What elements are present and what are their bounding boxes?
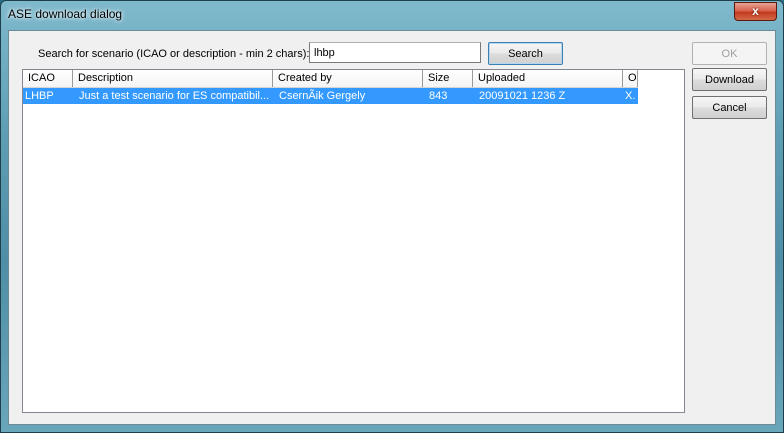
cancel-button[interactable]: Cancel (692, 96, 767, 119)
close-button[interactable]: x (734, 2, 777, 21)
scenario-list[interactable]: ICAO Description Created by Size Uploade… (22, 69, 685, 413)
list-header: ICAO Description Created by Size Uploade… (23, 70, 638, 88)
cell-o: X. (625, 90, 636, 102)
column-header-icao[interactable]: ICAO (23, 70, 73, 87)
window-title: ASE download dialog (8, 7, 123, 21)
cell-size: 843 (429, 90, 448, 102)
cell-created-by: CsernÃik Gergely (279, 90, 366, 102)
cell-icao: LHBP (25, 90, 54, 102)
search-input[interactable] (309, 42, 481, 63)
download-button[interactable]: Download (692, 68, 767, 91)
cell-description: Just a test scenario for ES compatibil..… (79, 90, 270, 102)
column-header-uploaded[interactable]: Uploaded (473, 70, 623, 87)
search-label: Search for scenario (ICAO or description… (38, 48, 310, 60)
close-icon: x (752, 4, 759, 18)
dialog-window: ASE download dialog x Search for scenari… (0, 0, 784, 433)
dialog-client-area: Search for scenario (ICAO or description… (8, 30, 776, 425)
title-bar[interactable]: ASE download dialog x (1, 1, 783, 29)
column-header-description[interactable]: Description (73, 70, 273, 87)
table-row[interactable]: LHBP Just a test scenario for ES compati… (23, 88, 638, 104)
search-button[interactable]: Search (488, 42, 563, 65)
column-header-created-by[interactable]: Created by (273, 70, 423, 87)
ok-button[interactable]: OK (692, 42, 767, 65)
column-header-size[interactable]: Size (423, 70, 473, 87)
cell-uploaded: 20091021 1236 Z (479, 90, 566, 102)
column-header-o[interactable]: O (623, 70, 638, 87)
